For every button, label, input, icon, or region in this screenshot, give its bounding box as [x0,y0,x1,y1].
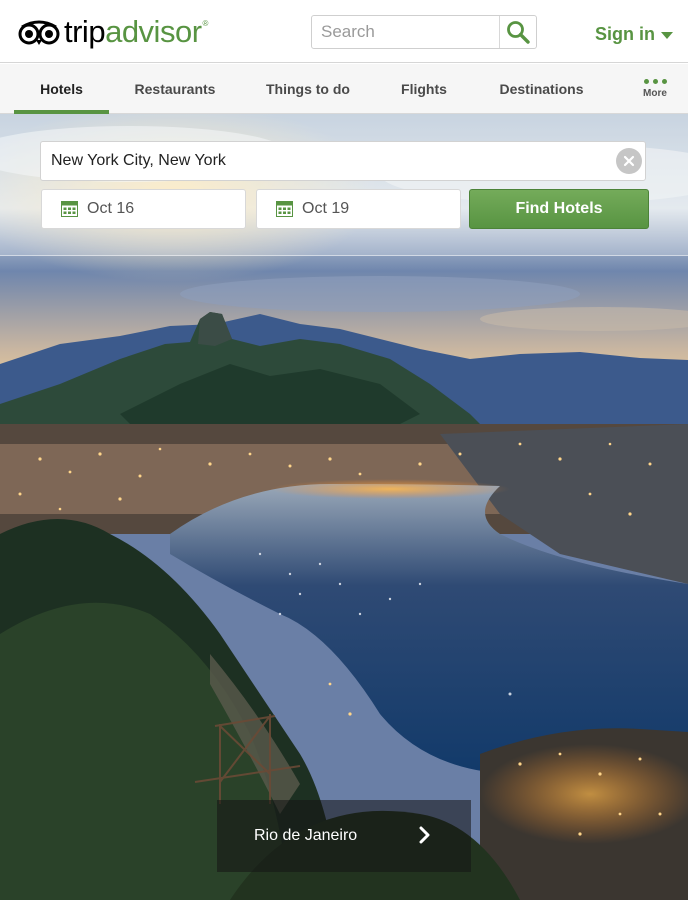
featured-destination-card[interactable]: Rio de Janeiro [217,800,471,872]
tab-things-to-do[interactable]: Things to do [250,64,366,114]
tab-flights[interactable]: Flights [388,64,460,114]
more-label: More [643,88,667,99]
category-nav: Hotels Restaurants Things to do Flights … [0,64,688,115]
checkout-date: Oct 19 [302,200,350,217]
destination-input[interactable]: New York City, New York [40,141,646,181]
brand-wordmark: tripadvisor® [64,14,208,50]
tab-destinations[interactable]: Destinations [483,64,600,114]
find-hotels-button[interactable]: Find Hotels [469,189,649,229]
owl-eyes-icon [18,20,60,45]
tab-hotels[interactable]: Hotels [14,64,109,115]
chevron-right-icon [419,826,430,844]
search-box [311,15,537,49]
calendar-icon [61,201,78,217]
clear-destination-button[interactable] [616,148,642,174]
checkout-date-field[interactable]: Oct 19 [256,189,461,229]
brand-trip: trip [64,14,106,49]
checkin-date: Oct 16 [87,200,135,217]
search-icon [507,21,530,44]
tab-restaurants[interactable]: Restaurants [124,64,226,114]
search-button[interactable] [499,16,536,48]
brand-advisor: advisor [105,14,202,49]
registered-mark: ® [202,19,209,28]
search-input[interactable] [312,16,500,48]
chevron-down-icon [661,32,673,39]
calendar-icon [276,201,293,217]
hotel-search-panel: New York City, New York Oct 16 Oct 19 Fi… [0,114,688,256]
clear-icon [623,155,635,167]
sign-in-button[interactable]: Sign in [595,24,673,45]
app-header: tripadvisor® Sign in [0,0,688,63]
featured-destination-name: Rio de Janeiro [254,827,358,844]
sign-in-label: Sign in [595,24,655,44]
hero-section: New York City, New York Oct 16 Oct 19 Fi… [0,114,688,900]
checkin-date-field[interactable]: Oct 16 [41,189,246,229]
more-dots-icon [643,79,667,84]
more-button[interactable]: More [630,64,680,114]
tripadvisor-logo[interactable]: tripadvisor® [18,14,208,50]
